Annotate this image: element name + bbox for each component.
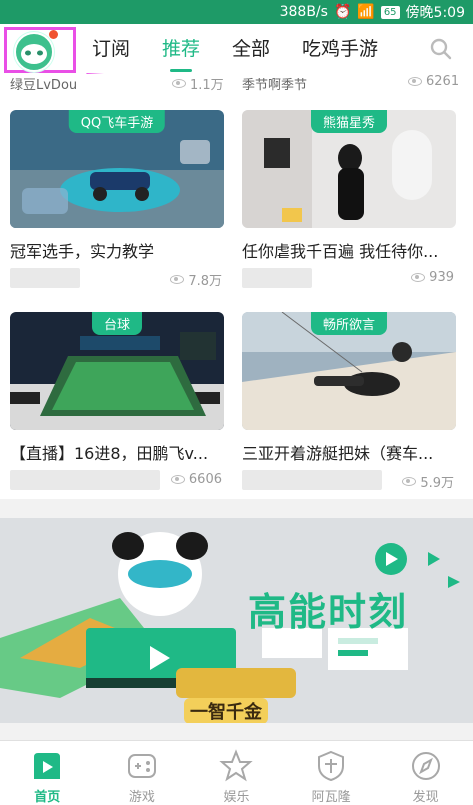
nav-discover[interactable]: 发现 [378,741,473,805]
tab-recommend[interactable]: 推荐 [162,24,200,74]
blurred-streamer-name [242,268,312,288]
star-icon [219,749,254,782]
compass-icon [411,752,440,780]
shield-icon [318,750,345,782]
view-count: 7.8万 [170,270,222,289]
eye-icon [170,275,185,284]
avatar[interactable] [14,32,54,72]
category-tag: 畅所欲言 [310,312,388,335]
gamepad-icon [127,754,156,778]
status-bar: 388B/s ⏰ 📶 65 傍晚5:09 [0,0,473,24]
view-count: 1.1万 [172,74,224,93]
blurred-streamer-name [242,470,382,490]
search-icon[interactable] [429,37,453,61]
stream-grid: QQ飞车手游 冠军选手，实力教学 7.8万 熊猫星秀 任你虐我千百遍 我任待你.… [0,94,473,499]
eye-icon [170,475,185,484]
blurred-streamer-name [10,470,160,490]
nav-avalon[interactable]: 阿瓦隆 [284,741,379,805]
stream-title: 【直播】16进8，田鹏飞v... [10,444,209,463]
view-count: 6261 [408,74,459,89]
stream-thumbnail[interactable]: 台球 [10,312,224,430]
stream-thumbnail[interactable]: 畅所欲言 [242,312,456,430]
notification-dot [49,30,58,39]
previous-row-partial: 绿豆LvDou 1.1万 季节啊季节 6261 [0,74,473,94]
category-tag: 台球 [91,312,143,335]
network-speed: 388B/s [279,4,328,20]
view-count: 939 [411,270,454,285]
eye-icon [411,273,426,282]
alarm-icon: ⏰ [333,4,352,20]
banner-badge: 一智千金 [184,698,268,723]
clock: 傍晚5:09 [405,5,465,21]
signal-icon: 📶 [357,4,375,20]
stream-title: 三亚开着游艇把妹（赛车... [242,444,434,463]
view-count: 5.9万 [402,472,454,491]
avatar-highlight-box[interactable] [4,27,76,73]
tab-all[interactable]: 全部 [232,24,270,74]
stream-card[interactable]: 畅所欲言 三亚开着游艇把妹（赛车... 5.9万 [242,312,456,492]
category-tag: 熊猫星秀 [310,110,388,133]
category-tag: QQ飞车手游 [68,110,166,133]
panda-face-icon [21,44,47,64]
bottom-navigation: 首页 游戏 娱乐 阿瓦隆 发现 [0,740,473,805]
stream-title: 任你虐我千百遍 我任待你... [242,242,439,261]
battery-level: 65 [380,5,400,19]
streamer-name: 季节啊季节 [242,78,308,93]
tab-subscribe[interactable]: 订阅 [92,24,130,74]
home-play-icon [34,753,61,779]
eye-icon [172,79,186,88]
stream-thumbnail[interactable]: 熊猫星秀 [242,110,456,228]
banner-title: 高能时刻 [248,590,409,634]
stream-title: 冠军选手，实力教学 [10,242,155,261]
stream-card[interactable]: 台球 【直播】16进8，田鹏飞v... 6606 [10,312,224,492]
stream-card[interactable]: QQ飞车手游 冠军选手，实力教学 7.8万 [10,110,224,290]
stream-card[interactable]: 熊猫星秀 任你虐我千百遍 我任待你... 939 [242,110,456,290]
nav-games[interactable]: 游戏 [95,741,190,805]
category-tabs: 订阅 推荐 全部 吃鸡手游 [92,24,378,74]
eye-icon [402,477,417,486]
eye-icon [408,77,422,86]
view-count: 6606 [170,472,222,487]
tab-pubg-mobile[interactable]: 吃鸡手游 [302,24,378,74]
blurred-streamer-name [10,268,80,288]
streamer-name: 绿豆LvDou [10,78,78,93]
highlight-banner[interactable]: 高能时刻 一智千金 [0,518,473,723]
stream-thumbnail[interactable]: QQ飞车手游 [10,110,224,228]
nav-home[interactable]: 首页 [0,741,95,805]
nav-entertainment[interactable]: 娱乐 [189,741,284,805]
top-header: 订阅 推荐 全部 吃鸡手游 [0,24,473,74]
